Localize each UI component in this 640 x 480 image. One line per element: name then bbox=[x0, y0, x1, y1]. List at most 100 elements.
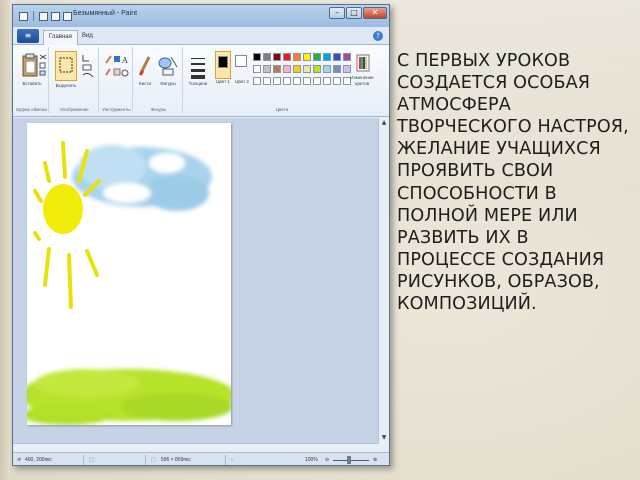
palette-swatch[interactable] bbox=[323, 65, 331, 73]
palette-swatch[interactable] bbox=[333, 77, 341, 85]
divider bbox=[33, 11, 34, 21]
palette-swatch[interactable] bbox=[283, 77, 291, 85]
tools-icons[interactable]: A bbox=[103, 53, 131, 83]
palette-swatch[interactable] bbox=[333, 65, 341, 73]
zoom-level: 100% bbox=[305, 457, 318, 463]
zoom-in-icon[interactable]: ⊕ bbox=[373, 457, 377, 463]
edit-colors-icon[interactable] bbox=[355, 53, 371, 73]
drawing-canvas[interactable] bbox=[19, 123, 235, 425]
select-icon bbox=[59, 57, 73, 73]
svg-text:A: A bbox=[121, 56, 128, 65]
brush-icon[interactable] bbox=[137, 53, 155, 79]
cursor-position: 400, 200пкс bbox=[25, 457, 52, 463]
tab-view[interactable]: Вид bbox=[77, 30, 98, 45]
color1-button[interactable] bbox=[215, 51, 231, 79]
vertical-scrollbar[interactable]: ▲ ▼ bbox=[378, 118, 389, 443]
select-button-label[interactable]: Выделить bbox=[53, 83, 79, 88]
select-button[interactable] bbox=[55, 51, 77, 81]
color2-swatch[interactable] bbox=[235, 55, 247, 67]
minimize-button[interactable]: – bbox=[329, 7, 345, 19]
window-title: Безымянный - Paint bbox=[73, 10, 138, 17]
palette-swatch[interactable] bbox=[293, 77, 301, 85]
zoom-slider-track[interactable] bbox=[333, 460, 369, 461]
zoom-slider-thumb[interactable] bbox=[347, 456, 351, 464]
maximize-button[interactable]: □ bbox=[346, 7, 362, 19]
crop-resize-rotate-icons[interactable] bbox=[81, 53, 95, 81]
ribbon-group-image: Выделить Изображение bbox=[51, 47, 99, 113]
scroll-down-icon[interactable]: ▼ bbox=[380, 434, 388, 442]
edit-colors-label[interactable]: Изменение цветов bbox=[345, 75, 379, 87]
palette-swatch[interactable] bbox=[293, 53, 301, 61]
color2-label[interactable]: Цвет 2 bbox=[231, 79, 253, 84]
palette-swatch[interactable] bbox=[313, 65, 321, 73]
palette-swatch[interactable] bbox=[303, 65, 311, 73]
child-drawing bbox=[19, 141, 235, 425]
group-label-colors: Цвета bbox=[275, 107, 289, 112]
help-icon[interactable]: ? bbox=[373, 31, 383, 41]
group-label-image: Изображение bbox=[60, 107, 89, 112]
palette-swatch[interactable] bbox=[343, 53, 351, 61]
brushes-button-label[interactable]: Кисти bbox=[135, 81, 155, 86]
palette-swatch[interactable] bbox=[343, 65, 351, 73]
palette-swatch[interactable] bbox=[333, 53, 341, 61]
app-menu-button[interactable]: ≡ bbox=[17, 29, 39, 43]
divider bbox=[145, 455, 146, 465]
ribbon-group-clipboard: Вставить Буфер обмена bbox=[15, 47, 49, 113]
slide-edge bbox=[0, 0, 10, 480]
palette-swatch[interactable] bbox=[273, 65, 281, 73]
color-palette bbox=[253, 53, 353, 97]
canvas-size: 596 × 869пкс bbox=[161, 457, 191, 463]
palette-swatch[interactable] bbox=[263, 53, 271, 61]
ribbon: Вставить Буфер обмена Выделить Изображен… bbox=[13, 45, 389, 117]
close-button[interactable]: ✕ bbox=[363, 7, 387, 19]
paste-button-label[interactable]: Вставить bbox=[15, 81, 49, 86]
selection-icon: ⬚ bbox=[89, 457, 94, 463]
title-bar: Безымянный - Paint – □ ✕ bbox=[13, 5, 389, 27]
group-label-tools: Инструменты bbox=[102, 107, 131, 112]
paint-window: Безымянный - Paint – □ ✕ ≡ Главная Вид ?… bbox=[12, 4, 390, 466]
group-label-clipboard: Буфер обмена bbox=[16, 107, 47, 112]
palette-swatch[interactable] bbox=[323, 53, 331, 61]
cursor-icon: ✛ bbox=[17, 457, 22, 463]
cloud-shape bbox=[72, 145, 212, 211]
status-bar: ✛ 400, 200пкс ⬚ ⬚ 596 × 869пкс ▫ 100% ⊖ … bbox=[13, 452, 389, 465]
divider bbox=[225, 455, 226, 465]
undo-icon[interactable] bbox=[51, 11, 60, 21]
palette-swatch[interactable] bbox=[253, 77, 261, 85]
palette-swatch[interactable] bbox=[293, 65, 301, 73]
palette-swatch[interactable] bbox=[263, 77, 271, 85]
redo-icon[interactable] bbox=[63, 11, 72, 21]
palette-swatch[interactable] bbox=[313, 77, 321, 85]
clipboard-icon[interactable] bbox=[21, 53, 41, 79]
palette-swatch[interactable] bbox=[263, 65, 271, 73]
palette-swatch[interactable] bbox=[253, 53, 261, 61]
scroll-up-icon[interactable]: ▲ bbox=[380, 119, 388, 127]
palette-swatch[interactable] bbox=[303, 77, 311, 85]
horizontal-scrollbar[interactable] bbox=[13, 443, 379, 452]
palette-swatch[interactable] bbox=[273, 53, 281, 61]
cut-copy-icons[interactable] bbox=[39, 53, 47, 77]
palette-swatch[interactable] bbox=[273, 77, 281, 85]
zoom-out-icon[interactable]: ⊖ bbox=[325, 457, 329, 463]
divider bbox=[83, 455, 84, 465]
palette-swatch[interactable] bbox=[283, 53, 291, 61]
palette-swatch[interactable] bbox=[313, 53, 321, 61]
palette-swatch[interactable] bbox=[253, 65, 261, 73]
tab-home[interactable]: Главная bbox=[43, 30, 78, 45]
shapes-button-label[interactable]: Фигуры bbox=[155, 81, 181, 86]
ribbon-group-tools: A Инструменты bbox=[101, 47, 133, 113]
shapes-icon[interactable] bbox=[157, 53, 179, 79]
ribbon-tab-row: ≡ Главная Вид ? bbox=[13, 27, 389, 45]
ribbon-group-colors: Толщина Цвет 1 Цвет 2 Изменение цветов Ц… bbox=[185, 47, 379, 113]
ribbon-group-shapes: Кисти Фигуры Фигуры bbox=[135, 47, 183, 113]
disk-icon: ▫ bbox=[231, 457, 233, 463]
group-label-shapes: Фигуры bbox=[150, 107, 167, 112]
thickness-button-label[interactable]: Толщина bbox=[185, 81, 211, 86]
palette-swatch[interactable] bbox=[303, 53, 311, 61]
palette-swatch[interactable] bbox=[283, 65, 291, 73]
save-icon[interactable] bbox=[39, 11, 48, 21]
thickness-icon[interactable] bbox=[189, 55, 209, 79]
color1-swatch bbox=[218, 56, 228, 68]
grass-shape bbox=[19, 369, 235, 425]
palette-swatch[interactable] bbox=[323, 77, 331, 85]
